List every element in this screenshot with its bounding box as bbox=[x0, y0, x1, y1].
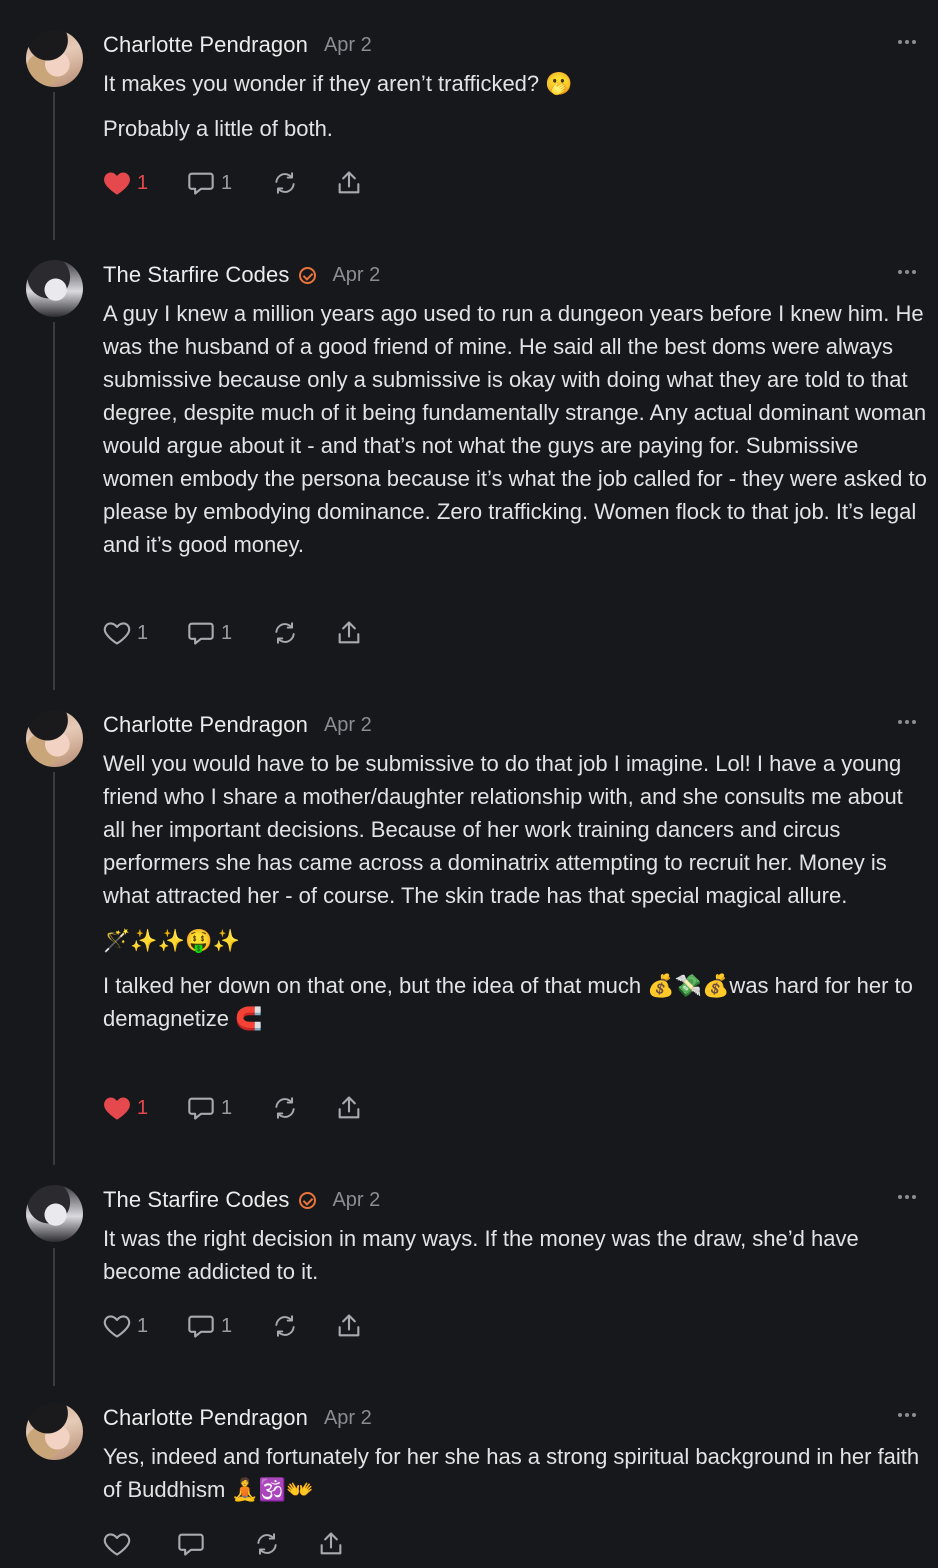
comment-date[interactable]: Apr 2 bbox=[332, 264, 380, 287]
comment-actions: 1 1 bbox=[103, 168, 363, 198]
like-count: 1 bbox=[137, 621, 149, 644]
comment-body: A guy I knew a million years ago used to… bbox=[103, 297, 929, 561]
heart-icon bbox=[103, 620, 131, 646]
reply-count: 1 bbox=[221, 171, 233, 194]
comment-icon bbox=[187, 620, 215, 646]
comment-header: The Starfire Codes Apr 2 bbox=[103, 260, 380, 290]
share-icon bbox=[335, 1094, 363, 1122]
share-icon bbox=[335, 619, 363, 647]
more-icon[interactable] bbox=[898, 1195, 916, 1199]
avatar[interactable] bbox=[26, 1185, 83, 1242]
comment-date[interactable]: Apr 2 bbox=[324, 1407, 372, 1430]
comment-date[interactable]: Apr 2 bbox=[332, 1189, 380, 1212]
comment-body: Well you would have to be submissive to … bbox=[103, 747, 929, 1035]
like-button[interactable] bbox=[103, 1529, 177, 1559]
heart-icon bbox=[103, 1531, 131, 1557]
more-icon[interactable] bbox=[898, 270, 916, 274]
avatar[interactable] bbox=[26, 1403, 83, 1460]
author-name[interactable]: Charlotte Pendragon bbox=[103, 1405, 308, 1431]
comment-header: Charlotte Pendragon Apr 2 bbox=[103, 30, 372, 60]
author-name[interactable]: Charlotte Pendragon bbox=[103, 712, 308, 738]
heart-icon bbox=[103, 1095, 131, 1121]
thread-line bbox=[53, 92, 55, 240]
comment-paragraph: It makes you wonder if they aren’t traff… bbox=[103, 71, 573, 96]
comment-paragraph: Yes, indeed and fortunately for her she … bbox=[103, 1444, 920, 1502]
share-icon bbox=[335, 169, 363, 197]
like-button[interactable]: 1 bbox=[103, 618, 187, 648]
avatar[interactable] bbox=[26, 710, 83, 767]
reply-button[interactable]: 1 bbox=[187, 1093, 271, 1123]
author-name[interactable]: Charlotte Pendragon bbox=[103, 32, 308, 58]
like-count: 1 bbox=[137, 1096, 149, 1119]
comment-actions: 1 1 bbox=[103, 1093, 363, 1123]
restack-icon bbox=[271, 1313, 299, 1339]
comment-paragraph: I talked her down on that one, but the i… bbox=[103, 973, 913, 1031]
comment-date[interactable]: Apr 2 bbox=[324, 714, 372, 737]
comment-paragraph: 🪄✨✨🤑✨ bbox=[103, 928, 240, 953]
like-button[interactable]: 1 bbox=[103, 1311, 187, 1341]
share-button[interactable] bbox=[335, 1093, 363, 1123]
restack-button[interactable] bbox=[271, 618, 335, 648]
more-icon[interactable] bbox=[898, 720, 916, 724]
reply-count: 1 bbox=[221, 621, 233, 644]
reply-count: 1 bbox=[221, 1096, 233, 1119]
comment-icon bbox=[187, 1313, 215, 1339]
share-icon bbox=[335, 1312, 363, 1340]
restack-icon bbox=[271, 620, 299, 646]
like-count: 1 bbox=[137, 1314, 149, 1337]
reply-button[interactable]: 1 bbox=[187, 618, 271, 648]
share-icon bbox=[317, 1530, 345, 1558]
comment-paragraph: Probably a little of both. bbox=[103, 116, 333, 141]
restack-button[interactable] bbox=[253, 1529, 317, 1559]
heart-icon bbox=[103, 1313, 131, 1339]
comment-body: It makes you wonder if they aren’t traff… bbox=[103, 67, 929, 145]
comment-icon bbox=[177, 1531, 205, 1557]
comment-header: Charlotte Pendragon Apr 2 bbox=[103, 1403, 372, 1433]
comment-paragraph: Well you would have to be submissive to … bbox=[103, 751, 903, 908]
comment-body: Yes, indeed and fortunately for her she … bbox=[103, 1440, 929, 1506]
restack-button[interactable] bbox=[271, 168, 335, 198]
thread-line bbox=[53, 772, 55, 1165]
comment-icon bbox=[187, 170, 215, 196]
like-button[interactable]: 1 bbox=[103, 1093, 187, 1123]
share-button[interactable] bbox=[335, 168, 363, 198]
comment-paragraph: A guy I knew a million years ago used to… bbox=[103, 301, 927, 557]
avatar[interactable] bbox=[26, 260, 83, 317]
reply-button[interactable]: 1 bbox=[187, 1311, 271, 1341]
like-button[interactable]: 1 bbox=[103, 168, 187, 198]
verified-icon bbox=[299, 266, 317, 284]
reply-button[interactable] bbox=[177, 1529, 253, 1559]
comment-date[interactable]: Apr 2 bbox=[324, 34, 372, 57]
restack-button[interactable] bbox=[271, 1093, 335, 1123]
restack-icon bbox=[253, 1531, 281, 1557]
comment-actions: 1 1 bbox=[103, 618, 363, 648]
restack-icon bbox=[271, 170, 299, 196]
reply-count: 1 bbox=[221, 1314, 233, 1337]
comment-header: The Starfire Codes Apr 2 bbox=[103, 1185, 380, 1215]
share-button[interactable] bbox=[317, 1529, 345, 1559]
reply-button[interactable]: 1 bbox=[187, 168, 271, 198]
more-icon[interactable] bbox=[898, 40, 916, 44]
verified-icon bbox=[299, 1191, 317, 1209]
more-icon[interactable] bbox=[898, 1413, 916, 1417]
share-button[interactable] bbox=[335, 1311, 363, 1341]
author-name[interactable]: The Starfire Codes bbox=[103, 262, 289, 288]
comment-icon bbox=[187, 1095, 215, 1121]
comment-actions: 1 1 bbox=[103, 1311, 363, 1341]
comment-body: It was the right decision in many ways. … bbox=[103, 1222, 929, 1288]
thread-line bbox=[53, 322, 55, 690]
comment-actions bbox=[103, 1529, 345, 1559]
share-button[interactable] bbox=[335, 618, 363, 648]
avatar[interactable] bbox=[26, 30, 83, 87]
author-name[interactable]: The Starfire Codes bbox=[103, 1187, 289, 1213]
heart-icon bbox=[103, 170, 131, 196]
thread-line bbox=[53, 1248, 55, 1386]
comment-paragraph: It was the right decision in many ways. … bbox=[103, 1226, 859, 1284]
comment-header: Charlotte Pendragon Apr 2 bbox=[103, 710, 372, 740]
restack-button[interactable] bbox=[271, 1311, 335, 1341]
restack-icon bbox=[271, 1095, 299, 1121]
like-count: 1 bbox=[137, 171, 149, 194]
